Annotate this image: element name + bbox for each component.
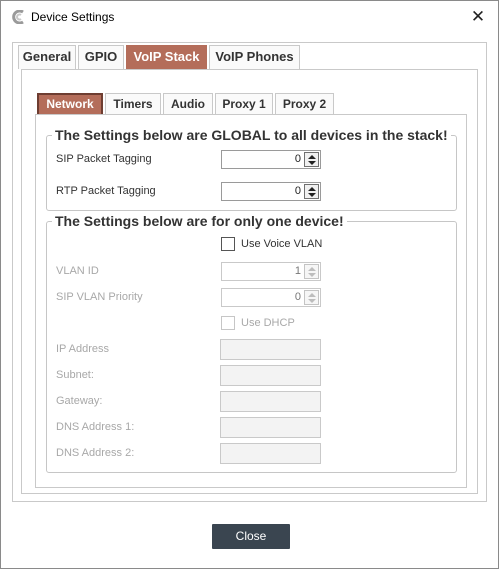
ip-address-field[interactable]	[220, 339, 321, 360]
tab-audio[interactable]: Audio	[163, 93, 213, 115]
vlan-id-label: VLAN ID	[56, 265, 99, 277]
tab-gpio[interactable]: GPIO	[78, 45, 124, 69]
ip-address-label: IP Address	[56, 343, 109, 355]
global-settings-legend: The Settings below are GLOBAL to all dev…	[55, 127, 448, 143]
title-bar: Device Settings ✕	[1, 1, 498, 32]
tab-network[interactable]: Network	[37, 93, 103, 116]
tab-voip-stack[interactable]: VoIP Stack	[126, 45, 207, 70]
device-settings-window: Device Settings ✕ General GPIO VoIP Stac…	[0, 0, 499, 569]
sip-packet-tagging-stepper[interactable]: 0	[221, 150, 321, 169]
tab-timers[interactable]: Timers	[105, 93, 161, 115]
spinner-arrows-icon[interactable]	[304, 264, 319, 279]
tab-proxy-1[interactable]: Proxy 1	[215, 93, 273, 115]
rtp-packet-tagging-value: 0	[294, 185, 301, 197]
use-voice-vlan-label[interactable]: Use Voice VLAN	[241, 238, 322, 250]
vlan-id-stepper[interactable]: 1	[221, 262, 321, 281]
spinner-arrows-icon[interactable]	[304, 152, 319, 167]
close-icon[interactable]: ✕	[458, 1, 498, 32]
dns-address-1-label: DNS Address 1:	[56, 421, 135, 433]
sip-vlan-priority-label: SIP VLAN Priority	[56, 291, 143, 303]
rtp-packet-tagging-stepper[interactable]: 0	[221, 182, 321, 201]
subnet-label: Subnet:	[56, 369, 94, 381]
use-dhcp-label[interactable]: Use DHCP	[241, 317, 295, 329]
device-settings-legend: The Settings below are for only one devi…	[55, 213, 344, 229]
dns-address-1-field[interactable]	[220, 417, 321, 438]
rtp-packet-tagging-label: RTP Packet Tagging	[56, 185, 156, 197]
app-logo-icon	[12, 10, 24, 24]
dns-address-2-label: DNS Address 2:	[56, 447, 135, 459]
sip-packet-tagging-value: 0	[294, 153, 301, 165]
spinner-arrows-icon[interactable]	[304, 184, 319, 199]
sip-vlan-priority-value: 0	[294, 291, 301, 303]
dns-address-2-field[interactable]	[220, 443, 321, 464]
use-voice-vlan-checkbox[interactable]	[221, 237, 235, 251]
spinner-arrows-icon[interactable]	[304, 290, 319, 305]
subnet-field[interactable]	[220, 365, 321, 386]
close-button[interactable]: Close	[212, 524, 290, 549]
sip-packet-tagging-label: SIP Packet Tagging	[56, 153, 152, 165]
vlan-id-value: 1	[294, 265, 301, 277]
tab-voip-phones[interactable]: VoIP Phones	[209, 45, 300, 69]
sip-vlan-priority-stepper[interactable]: 0	[221, 288, 321, 307]
gateway-field[interactable]	[220, 391, 321, 412]
tab-general[interactable]: General	[18, 45, 76, 69]
window-title: Device Settings	[31, 10, 115, 24]
tab-proxy-2[interactable]: Proxy 2	[275, 93, 334, 115]
use-dhcp-checkbox[interactable]	[221, 316, 235, 330]
gateway-label: Gateway:	[56, 395, 103, 407]
